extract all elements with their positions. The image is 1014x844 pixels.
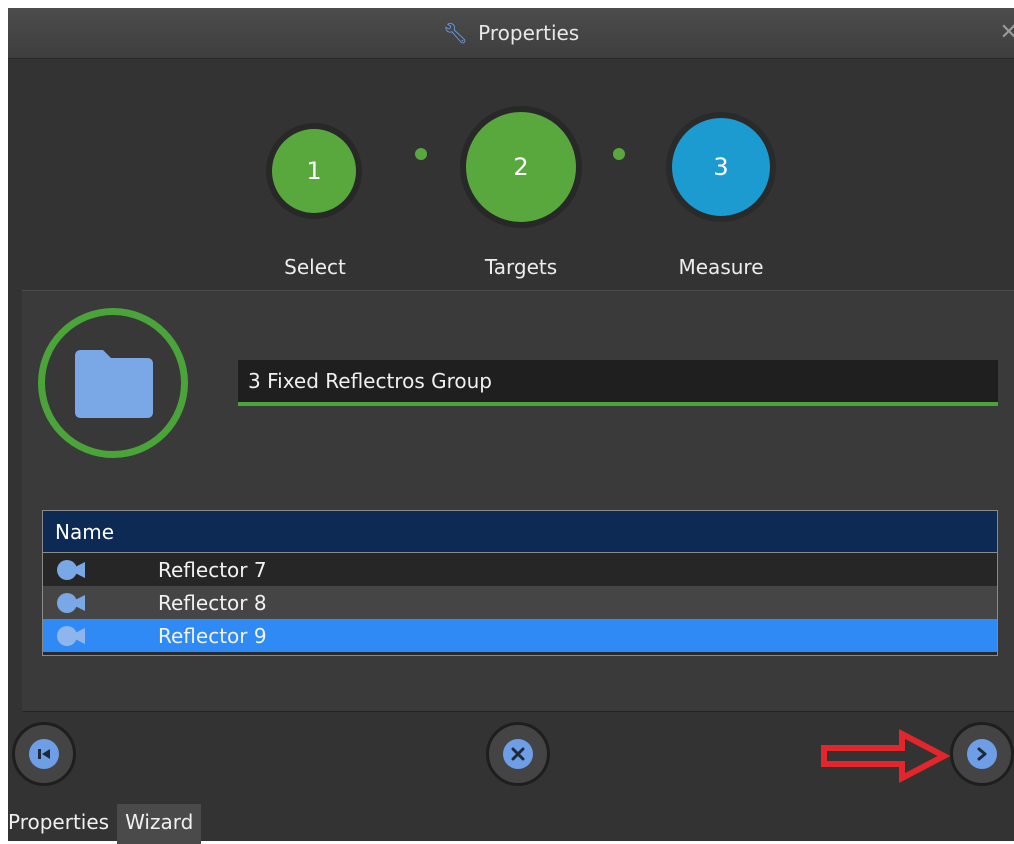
next-button[interactable] bbox=[950, 722, 1014, 786]
camera-icon bbox=[57, 626, 85, 646]
column-header-name[interactable]: Name bbox=[43, 511, 997, 553]
folder-icon bbox=[75, 350, 153, 418]
first-step-button[interactable] bbox=[12, 722, 76, 786]
table-row[interactable]: Reflector 8 bbox=[43, 586, 997, 619]
camera-icon bbox=[57, 560, 85, 580]
table-row[interactable]: Reflector 7 bbox=[43, 553, 997, 586]
skip-to-start-icon bbox=[29, 739, 59, 769]
row-name: Reflector 7 bbox=[158, 557, 267, 582]
close-icon[interactable]: ✕ bbox=[1000, 20, 1014, 45]
column-header-label: Name bbox=[55, 519, 115, 544]
chevron-right-icon bbox=[967, 739, 997, 769]
row-name: Reflector 9 bbox=[158, 623, 267, 648]
row-name: Reflector 8 bbox=[158, 590, 267, 615]
tab-properties[interactable]: Properties bbox=[0, 804, 117, 844]
step-3-circle[interactable]: 3 bbox=[666, 112, 776, 222]
step-2-circle[interactable]: 2 bbox=[460, 106, 582, 228]
bottom-tab-bar: Properties Wizard bbox=[0, 804, 202, 844]
step-1-label: Select bbox=[284, 255, 346, 279]
step-2-number: 2 bbox=[513, 153, 529, 181]
reflector-table: Name Reflector 7 Reflector 8 Reflector 9 bbox=[42, 510, 998, 656]
step-2-label: Targets bbox=[484, 255, 558, 279]
step-connector-dot bbox=[415, 148, 427, 160]
step-3-label: Measure bbox=[678, 255, 764, 279]
window-title: Properties bbox=[478, 21, 580, 45]
tab-wizard[interactable]: Wizard bbox=[117, 804, 202, 844]
properties-window: 🔧︎ Properties ✕ 1 2 3 Select Targets Mea… bbox=[8, 8, 1014, 844]
table-row-selected[interactable]: Reflector 9 bbox=[43, 619, 997, 652]
camera-icon bbox=[57, 593, 85, 613]
group-name-field[interactable]: 3 Fixed Reflectros Group bbox=[238, 360, 998, 406]
group-name-value: 3 Fixed Reflectros Group bbox=[248, 369, 492, 393]
step-1-number: 1 bbox=[306, 157, 322, 185]
cancel-icon bbox=[503, 739, 533, 769]
title-bar: 🔧︎ Properties ✕ bbox=[8, 8, 1014, 59]
step-1-circle[interactable]: 1 bbox=[266, 123, 362, 219]
wrench-icon: 🔧︎ bbox=[442, 21, 469, 45]
step-3-number: 3 bbox=[713, 153, 729, 181]
annotation-arrow bbox=[821, 729, 951, 783]
cancel-button[interactable] bbox=[486, 722, 550, 786]
step-connector-dot bbox=[613, 148, 625, 160]
group-icon-ring[interactable] bbox=[38, 308, 188, 458]
